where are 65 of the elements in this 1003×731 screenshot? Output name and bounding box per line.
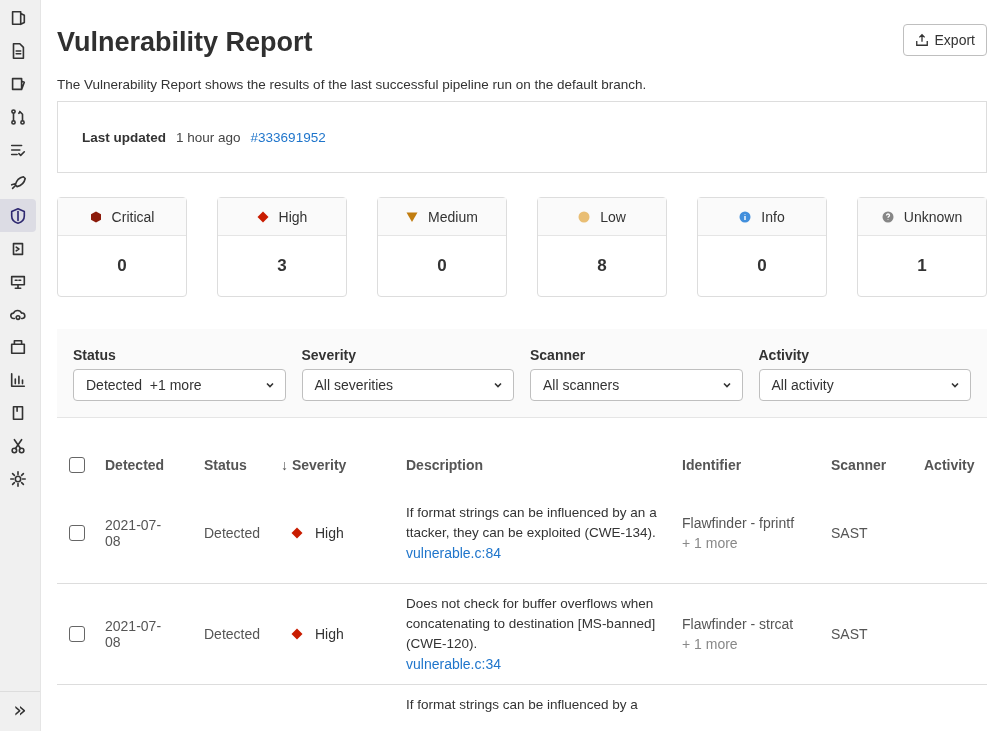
select-all-checkbox[interactable]	[69, 457, 85, 473]
chevron-down-icon	[721, 380, 732, 390]
chevron-down-icon	[264, 380, 275, 390]
chevron-down-icon	[493, 380, 503, 390]
identifier-more: + 1 more	[682, 635, 739, 654]
status-cell-text: Detected	[204, 626, 262, 642]
filter-label: Status	[73, 347, 117, 363]
row-checkbox[interactable]	[69, 525, 85, 541]
upload-icon	[914, 33, 929, 47]
severity-count: 3	[276, 255, 288, 277]
detected-date: 2021-07-08	[105, 517, 163, 549]
scissors-icon	[9, 437, 27, 455]
severity-count: 8	[596, 255, 608, 277]
column-header: Identifier	[682, 457, 743, 473]
vulnerability-description[interactable]: Does not check for buffer overflows when concatenating to destination [MS-banned] (CWE-120).	[406, 594, 658, 654]
file-location-link[interactable]: vulnerable.c:84	[406, 543, 658, 563]
column-header: Description	[406, 457, 484, 473]
filter-dropdown[interactable]: All scanners	[530, 369, 743, 401]
severity-count: 0	[756, 255, 768, 277]
chart-icon	[9, 371, 27, 390]
severity-count: 0	[116, 255, 128, 277]
column-header: Scanner	[831, 457, 888, 473]
column-header: Status	[204, 457, 248, 473]
chevron-down-icon	[950, 380, 960, 390]
identifier-more: + 1 more	[682, 534, 739, 553]
scanner-cell-text: SAST	[831, 525, 869, 541]
filter-label: Activity	[758, 347, 811, 363]
collapse-sidebar-button[interactable]: »	[0, 691, 40, 731]
filter-label: Scanner	[530, 347, 587, 363]
last-updated-time: 1 hour ago	[176, 129, 241, 145]
severity-label: Low	[600, 208, 626, 225]
merge-icon	[9, 108, 27, 127]
row-checkbox[interactable]	[69, 626, 85, 642]
file-location-link[interactable]: vulnerable.c:34	[406, 654, 658, 674]
identifier-text: Flawfinder - fprintf	[682, 514, 796, 533]
shield-icon	[9, 206, 27, 225]
last-updated-label: Last updated	[82, 129, 166, 145]
nav-button[interactable]	[0, 199, 36, 233]
detected-date: 2021-07-08	[105, 618, 163, 650]
scanner-cell-text: SAST	[831, 626, 869, 642]
severity-label: High	[278, 208, 308, 225]
severity-label: Medium	[428, 208, 478, 225]
package-icon	[9, 338, 27, 357]
page-title: Vulnerability Report	[57, 26, 313, 59]
pipeline-link[interactable]: #333691952	[250, 129, 326, 145]
report-description: The Vulnerability Report shows the results of the last successful pipeline run on the default branch.	[57, 77, 648, 92]
filter-dropdown[interactable]: All activity	[758, 369, 971, 401]
severity-label: High	[315, 525, 344, 541]
filter-dropdown[interactable]: Detected +1 more	[73, 369, 286, 401]
severity-count: 0	[436, 255, 448, 277]
column-header[interactable]: ↓ Severity	[281, 457, 406, 473]
severity-count: 1	[916, 255, 928, 277]
severity-label: Critical	[111, 208, 155, 225]
vulnerability-description[interactable]: If format strings can be influenced by an attacker, they can be exploited (CWE-134).	[406, 503, 658, 543]
filter-label: Severity	[301, 347, 357, 363]
vulnerability-description[interactable]: If format strings can be influenced by a	[406, 695, 638, 715]
severity-label: Unknown	[903, 208, 963, 225]
identifier-text: Flawfinder - strcat	[682, 615, 795, 634]
severity-label: High	[315, 626, 344, 642]
export-button[interactable]: Export	[902, 24, 987, 56]
column-header: Activity	[924, 457, 976, 473]
severity-label: Info	[761, 208, 785, 225]
status-cell-text: Detected	[204, 525, 262, 541]
filter-dropdown[interactable]: All severities	[301, 369, 514, 401]
column-header: Detected	[105, 457, 166, 473]
